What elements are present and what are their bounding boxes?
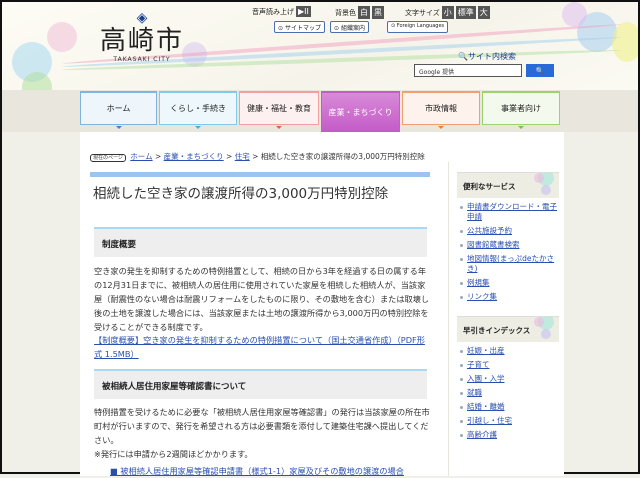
title-bar <box>90 172 430 177</box>
section-heading: 被相続人居住用家屋等確認書について <box>94 369 427 399</box>
bg-black-button[interactable]: 黒 <box>372 6 384 19</box>
form-link-paragraph: ■ 被相続人居住用家屋等確認申請書（様式1-1）家屋及びその敷地の譲渡の場合 <box>110 464 446 478</box>
search-input[interactable]: Google 提供 <box>414 64 522 77</box>
breadcrumb: 現在のページ ホーム > 産業・まちづくり > 住宅 > 相続した空き家の譲渡所… <box>90 151 425 162</box>
sidebar: 便利なサービス 申請書ダウンロード・電子申請 公共施設予約 図書館蔵書検索 地図… <box>457 172 559 440</box>
nav-home[interactable]: ホーム <box>80 91 157 129</box>
divider <box>448 162 449 476</box>
sidebar-link[interactable]: 引越し・住宅 <box>457 412 559 426</box>
voice-play-button[interactable]: ▶II <box>296 6 311 17</box>
section-body: 特例措置を受けるために必要な「被相続人居住用家屋等確認書」の発行は当該家屋の所在… <box>94 407 430 445</box>
global-nav: ホーム くらし・手続き 健康・福祉・教育 産業・まちづくり 市政情報 事業者向け <box>2 90 638 132</box>
sidebar-link[interactable]: 子育て <box>457 356 559 370</box>
sidebar-link[interactable]: 妊娠・出産 <box>457 342 559 356</box>
foreign-languages-link[interactable]: ⊙ Foreign Languages <box>387 21 449 33</box>
nav-life[interactable]: くらし・手続き <box>159 91 237 129</box>
nav-city-info[interactable]: 市政情報 <box>402 91 480 129</box>
sidebar-link[interactable]: 図書館蔵書検索 <box>457 236 559 250</box>
site-header: ◈ 高崎市 TAKASAKI CITY 音声読み上げ ▶II 背景色白黒 文字サイ… <box>2 2 638 90</box>
section-heading: 制度概要 <box>94 227 427 257</box>
sidebar-link[interactable]: 結婚・離婚 <box>457 398 559 412</box>
bg-white-button[interactable]: 白 <box>358 6 370 19</box>
nav-business[interactable]: 事業者向け <box>482 91 560 129</box>
sidebar-link[interactable]: 就職 <box>457 384 559 398</box>
nav-industry[interactable]: 産業・まちづくり <box>321 91 400 132</box>
nav-health[interactable]: 健康・福祉・教育 <box>239 91 319 129</box>
form-link[interactable]: ■ 被相続人居住用家屋等確認申請書（様式1-1）家屋及びその敷地の譲渡の場合 <box>110 466 404 476</box>
search-button[interactable]: 🔍 <box>526 64 554 77</box>
sitemap-link[interactable]: ⊙ サイトマップ <box>274 21 325 33</box>
font-small-button[interactable]: 小 <box>441 6 454 19</box>
search-icon: 🔍 <box>458 52 468 61</box>
page-title: 相続した空き家の譲渡所得の3,000万円特別控除 <box>93 186 389 202</box>
sidebar-link[interactable]: 入園・入学 <box>457 370 559 384</box>
index-heading: 早引きインデックス <box>457 316 559 342</box>
breadcrumb-industry[interactable]: 産業・まちづくり <box>164 152 224 161</box>
sidebar-link[interactable]: 公共施設予約 <box>457 222 559 236</box>
site-search-label: 🔍サイト内検索 <box>458 52 516 61</box>
font-large-button[interactable]: 大 <box>477 6 490 19</box>
sidebar-link[interactable]: 地図情報(まっぷdeたかさき) <box>457 250 559 274</box>
font-standard-button[interactable]: 標準 <box>455 6 476 19</box>
sidebar-link[interactable]: 高齢介護 <box>457 426 559 440</box>
pdf-link[interactable]: 【制度概要】空き家の発生を抑制するための特例措置について（国土交通省作成）（PD… <box>94 335 425 359</box>
breadcrumb-home[interactable]: ホーム <box>130 152 152 161</box>
font-size: 文字サイズ小標準大 <box>405 6 490 19</box>
bg-color: 背景色白黒 <box>335 6 384 19</box>
org-link[interactable]: ⊙ 組織案内 <box>330 21 369 33</box>
services-heading: 便利なサービス <box>457 172 559 198</box>
section-body: 空き家の発生を抑制するための特例措置として、相続の日から3年を経過する日の属する… <box>94 266 430 332</box>
sidebar-link[interactable]: リンク集 <box>457 288 559 302</box>
note: ※発行には申請から2週間ほどかかります。 <box>94 449 253 459</box>
city-emblem-icon: ◈ <box>136 10 148 26</box>
voice-reader: 音声読み上げ ▶II <box>252 6 311 17</box>
breadcrumb-housing[interactable]: 住宅 <box>235 152 250 161</box>
sidebar-link[interactable]: 例規集 <box>457 274 559 288</box>
sidebar-link[interactable]: 申請書ダウンロード・電子申請 <box>457 198 559 222</box>
pdf-link-paragraph: 【制度概要】空き家の発生を抑制するための特例措置について（国土交通省作成）（PD… <box>94 333 430 361</box>
city-logo[interactable]: ◈ 高崎市 TAKASAKI CITY <box>97 10 187 63</box>
